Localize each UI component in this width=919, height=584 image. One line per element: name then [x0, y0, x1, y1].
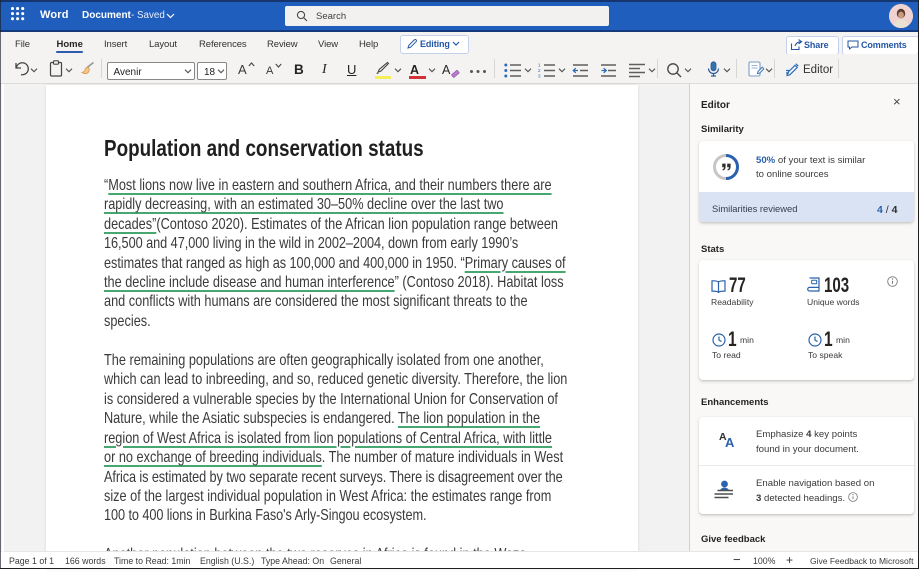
svg-text:3: 3 — [538, 73, 541, 77]
svg-text:2: 2 — [538, 68, 541, 73]
svg-text:1: 1 — [538, 63, 541, 68]
